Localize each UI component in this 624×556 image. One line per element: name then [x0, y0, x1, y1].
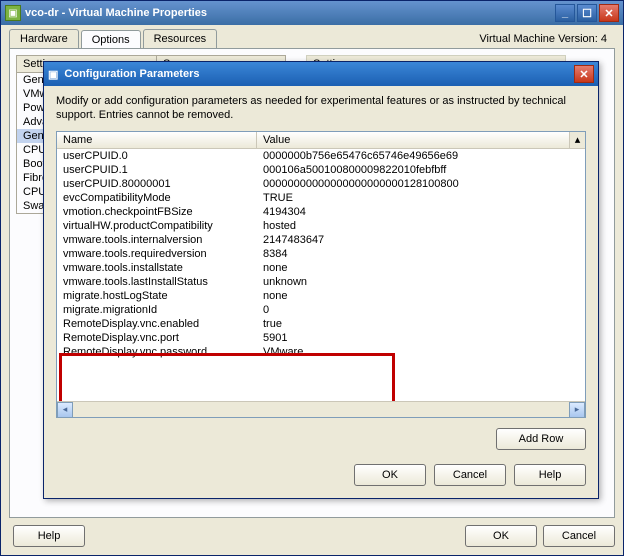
tab-options[interactable]: Options — [81, 30, 141, 49]
param-value: unknown — [257, 275, 585, 289]
param-value: 5901 — [257, 331, 585, 345]
main-button-row: OK Cancel — [1, 517, 623, 555]
table-row[interactable]: migrate.migrationId0 — [57, 303, 585, 317]
param-name: virtualHW.productCompatibility — [57, 219, 257, 233]
table-row[interactable]: vmware.tools.lastInstallStatusunknown — [57, 275, 585, 289]
param-value: 000106a500100800009822010febfbff — [257, 163, 585, 177]
tab-resources[interactable]: Resources — [143, 29, 218, 48]
dialog-close-button[interactable]: ✕ — [574, 65, 594, 83]
param-name: vmotion.checkpointFBSize — [57, 205, 257, 219]
scroll-left-button[interactable]: ◂ — [57, 402, 73, 418]
dialog-title: Configuration Parameters — [64, 68, 199, 80]
close-button[interactable]: ✕ — [599, 4, 619, 22]
param-value: none — [257, 289, 585, 303]
table-row[interactable]: virtualHW.productCompatibilityhosted — [57, 219, 585, 233]
config-params-dialog: ▣ Configuration Parameters ✕ Modify or a… — [43, 61, 599, 499]
table-row[interactable]: vmware.tools.requiredversion8384 — [57, 247, 585, 261]
param-name: vmware.tools.lastInstallStatus — [57, 275, 257, 289]
param-name: evcCompatibilityMode — [57, 191, 257, 205]
dialog-ok-button[interactable]: OK — [354, 464, 426, 486]
col-header-value[interactable]: Value — [257, 132, 569, 148]
param-name: migrate.migrationId — [57, 303, 257, 317]
param-name: userCPUID.0 — [57, 149, 257, 163]
main-cancel-button[interactable]: Cancel — [543, 525, 615, 547]
main-titlebar: ▣ vco-dr - Virtual Machine Properties _ … — [1, 1, 623, 25]
param-value: true — [257, 317, 585, 331]
param-name: vmware.tools.installstate — [57, 261, 257, 275]
table-row[interactable]: evcCompatibilityModeTRUE — [57, 191, 585, 205]
add-row-button[interactable]: Add Row — [496, 428, 586, 450]
dialog-help-button[interactable]: Help — [514, 464, 586, 486]
param-name: vmware.tools.requiredversion — [57, 247, 257, 261]
main-tabs: Hardware Options Resources Virtual Machi… — [1, 25, 623, 48]
param-name: userCPUID.80000001 — [57, 177, 257, 191]
scroll-up-button[interactable]: ▴ — [569, 132, 585, 148]
vm-icon: ▣ — [5, 5, 21, 21]
param-value: 4194304 — [257, 205, 585, 219]
param-name: RemoteDisplay.vnc.enabled — [57, 317, 257, 331]
param-value: 2147483647 — [257, 233, 585, 247]
table-row[interactable]: migrate.hostLogStatenone — [57, 289, 585, 303]
chevron-up-icon: ▴ — [575, 133, 581, 146]
main-ok-button[interactable]: OK — [465, 525, 537, 547]
param-value: 8384 — [257, 247, 585, 261]
param-value: 0 — [257, 303, 585, 317]
vm-icon: ▣ — [48, 68, 58, 81]
maximize-button[interactable]: ☐ — [577, 4, 597, 22]
table-row[interactable]: RemoteDisplay.vnc.passwordVMware — [57, 345, 585, 359]
highlight-annotation — [59, 353, 395, 401]
param-value: none — [257, 261, 585, 275]
table-row[interactable]: userCPUID.00000000b756e65476c65746e49656… — [57, 149, 585, 163]
param-value: VMware — [257, 345, 585, 359]
param-name: RemoteDisplay.vnc.port — [57, 331, 257, 345]
param-value: 0000000b756e65476c65746e49656e69 — [257, 149, 585, 163]
table-row[interactable]: userCPUID.800000010000000000000000000000… — [57, 177, 585, 191]
param-name: userCPUID.1 — [57, 163, 257, 177]
table-row[interactable]: userCPUID.1000106a500100800009822010febf… — [57, 163, 585, 177]
window-title: vco-dr - Virtual Machine Properties — [25, 7, 555, 19]
param-value: hosted — [257, 219, 585, 233]
table-row[interactable]: RemoteDisplay.vnc.enabledtrue — [57, 317, 585, 331]
param-name: RemoteDisplay.vnc.password — [57, 345, 257, 359]
main-window: ▣ vco-dr - Virtual Machine Properties _ … — [0, 0, 624, 556]
dialog-titlebar: ▣ Configuration Parameters ✕ — [44, 62, 598, 86]
horizontal-scrollbar[interactable]: ◂ ▸ — [57, 401, 585, 417]
table-row[interactable]: RemoteDisplay.vnc.port5901 — [57, 331, 585, 345]
param-name: migrate.hostLogState — [57, 289, 257, 303]
table-row[interactable]: vmotion.checkpointFBSize4194304 — [57, 205, 585, 219]
tab-hardware[interactable]: Hardware — [9, 29, 79, 48]
table-row[interactable]: vmware.tools.internalversion2147483647 — [57, 233, 585, 247]
minimize-button[interactable]: _ — [555, 4, 575, 22]
dialog-description: Modify or add configuration parameters a… — [56, 94, 586, 123]
param-name: vmware.tools.internalversion — [57, 233, 257, 247]
scroll-right-button[interactable]: ▸ — [569, 402, 585, 418]
vm-version-label: Virtual Machine Version: 4 — [479, 33, 615, 45]
params-grid: Name Value ▴ userCPUID.00000000b756e6547… — [56, 131, 586, 418]
dialog-cancel-button[interactable]: Cancel — [434, 464, 506, 486]
table-row[interactable]: vmware.tools.installstatenone — [57, 261, 585, 275]
col-header-name[interactable]: Name — [57, 132, 257, 148]
param-value: TRUE — [257, 191, 585, 205]
param-value: 00000000000000000000000128100800 — [257, 177, 585, 191]
